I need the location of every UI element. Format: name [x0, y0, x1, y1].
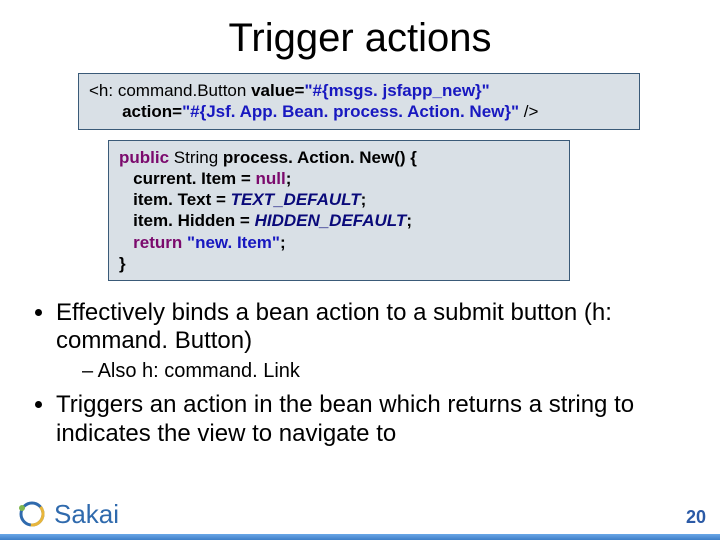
sakai-logo-icon — [16, 498, 48, 530]
bullet-text: Effectively binds a bean action to a sub… — [56, 299, 612, 354]
code-text: HIDDEN_DEFAULT — [255, 211, 407, 230]
xml-code-box: <h: command.Button value="#{msgs. jsfapp… — [78, 73, 640, 130]
code-text: action= — [122, 102, 182, 121]
code-text: ; — [361, 190, 367, 209]
code-text: ; — [286, 169, 292, 188]
code-text: current. Item = — [119, 169, 256, 188]
page-number: 20 — [686, 507, 706, 528]
code-text: ; — [280, 233, 286, 252]
code-text: process. Action. New() { — [223, 148, 417, 167]
code-text: "new. Item" — [182, 233, 280, 252]
sakai-logo-text: Sakai — [54, 499, 119, 530]
code-text: "#{msgs. jsfapp_new}" — [304, 81, 489, 100]
footer-stripe — [0, 534, 720, 540]
sub-bullet-item: Also h: command. Link — [82, 360, 692, 384]
bullet-list: Effectively binds a bean action to a sub… — [34, 299, 692, 448]
code-text: <h: command.Button — [89, 81, 251, 100]
java-code-box: public String process. Action. New() { c… — [108, 140, 570, 282]
slide-title: Trigger actions — [28, 16, 692, 61]
code-text: item. Hidden = — [119, 211, 255, 230]
code-text: String — [169, 148, 223, 167]
code-text: "#{Jsf. App. Bean. process. Action. New}… — [182, 102, 519, 121]
sakai-logo: Sakai — [16, 498, 119, 530]
sub-bullet-list: Also h: command. Link — [82, 360, 692, 384]
code-text: public — [119, 148, 169, 167]
code-text: TEXT_DEFAULT — [231, 190, 361, 209]
bullet-item: Triggers an action in the bean which ret… — [56, 391, 692, 448]
bullet-item: Effectively binds a bean action to a sub… — [56, 299, 692, 383]
slide-footer: Sakai 20 — [0, 476, 720, 540]
code-text: ; — [406, 211, 412, 230]
code-text: value= — [251, 81, 304, 100]
code-text: /> — [519, 102, 538, 121]
code-text: } — [119, 254, 126, 273]
slide: Trigger actions <h: command.Button value… — [0, 0, 720, 540]
code-text: item. Text = — [119, 190, 231, 209]
code-text: null — [256, 169, 286, 188]
code-text: return — [119, 233, 182, 252]
